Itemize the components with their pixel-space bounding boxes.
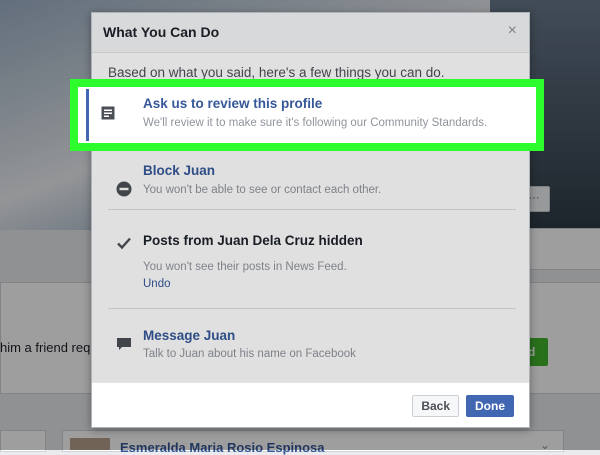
dialog-header: What You Can Do × xyxy=(92,13,529,53)
back-button[interactable]: Back xyxy=(412,395,459,417)
option-title[interactable]: Message Juan xyxy=(143,328,235,343)
undo-link[interactable]: Undo xyxy=(143,278,171,290)
divider xyxy=(108,209,516,210)
option-posts-hidden: Posts from Juan Dela Cruz hidden You won… xyxy=(108,233,516,313)
option-title: Posts from Juan Dela Cruz hidden xyxy=(143,233,363,248)
dialog-title: What You Can Do xyxy=(103,24,220,40)
block-icon xyxy=(116,181,132,197)
selected-indicator xyxy=(86,89,89,141)
message-icon xyxy=(117,338,131,350)
option-description: You won't see their posts in News Feed. xyxy=(143,261,347,273)
close-icon[interactable]: × xyxy=(508,22,517,40)
option-description: We'll review it to make sure it's follow… xyxy=(143,117,488,129)
divider xyxy=(108,308,516,309)
option-description: You won't be able to see or contact each… xyxy=(143,184,382,196)
report-icon xyxy=(101,106,115,120)
option-block-juan[interactable]: Block Juan You won't be able to see or c… xyxy=(108,163,516,221)
dialog-footer: Back Done xyxy=(92,382,529,427)
option-message-juan[interactable]: Message Juan Talk to Juan about his name… xyxy=(108,328,516,386)
option-description: Talk to Juan about his name on Facebook xyxy=(143,348,356,360)
option-title[interactable]: Ask us to review this profile xyxy=(143,96,322,111)
highlighted-option-review[interactable]: Ask us to review this profile We'll revi… xyxy=(70,79,544,151)
what-you-can-do-dialog: What You Can Do × Based on what you said… xyxy=(91,12,530,428)
check-icon xyxy=(117,237,131,250)
done-button[interactable]: Done xyxy=(466,395,514,417)
option-title[interactable]: Block Juan xyxy=(143,163,215,178)
dialog-intro: Based on what you said, here's a few thi… xyxy=(108,65,445,80)
